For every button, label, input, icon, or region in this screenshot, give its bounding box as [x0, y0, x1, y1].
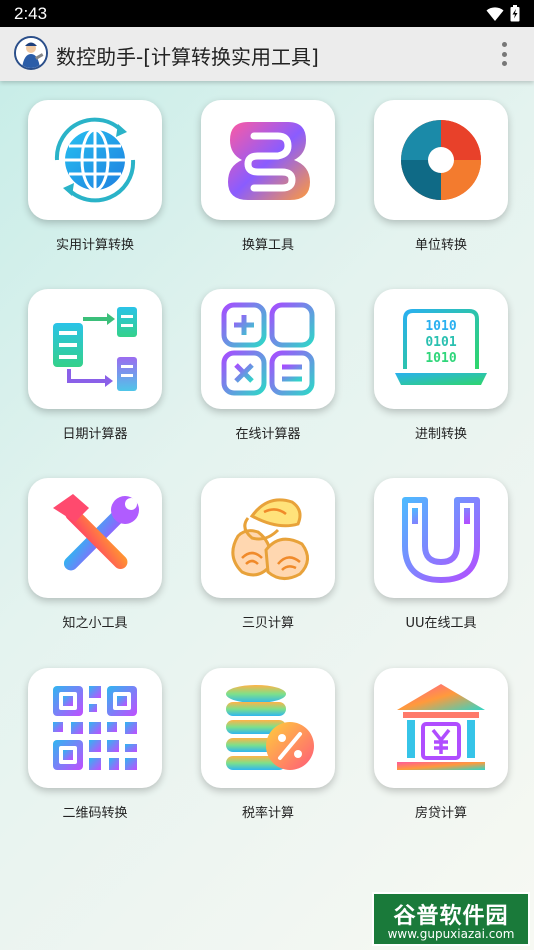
page-title: 数控助手-[计算转换实用工具] — [56, 45, 319, 69]
more-vertical-icon[interactable] — [494, 40, 514, 68]
tool-label: UU在线工具 — [405, 616, 477, 631]
tool-tile-sanbei-calc[interactable]: 三贝计算 — [181, 478, 355, 631]
flow-list-icon — [53, 307, 137, 391]
svg-text:1010: 1010 — [425, 351, 456, 366]
tool-label: 税率计算 — [241, 806, 294, 821]
status-time: 2:43 — [14, 4, 48, 23]
tool-label: 换算工具 — [241, 238, 294, 253]
aperture-icon — [401, 120, 481, 200]
tool-label: 进制转换 — [414, 427, 467, 442]
coins-percent-icon — [226, 685, 314, 770]
tool-card[interactable] — [374, 100, 508, 220]
mechanic-logo-icon — [14, 36, 48, 70]
tool-tile-unit-conversion[interactable]: 单位转换 — [354, 100, 528, 253]
tool-tile-uu-online[interactable]: UU在线工具 — [354, 478, 528, 631]
hammer-wrench-icon — [53, 494, 139, 571]
app-bar: 数控助手-[计算转换实用工具] — [0, 27, 534, 81]
tool-card[interactable] — [201, 668, 335, 788]
tool-label: 实用计算转换 — [55, 238, 134, 253]
tool-card[interactable] — [374, 478, 508, 598]
bank-yuan-icon — [397, 684, 485, 770]
watermark-url: www.gupuxiazai.com — [387, 927, 515, 941]
tool-card[interactable] — [28, 478, 162, 598]
svg-text:1010: 1010 — [425, 319, 456, 334]
tool-tile-mortgage[interactable]: 房贷计算 — [354, 668, 528, 821]
tool-label: 在线计算器 — [235, 427, 301, 442]
watermark-title: 谷普软件园 — [393, 904, 509, 929]
tools-panel: 实用计算转换 换算工具 单位转换 日期计算器 在线计算器 1010 0101 1… — [0, 81, 534, 950]
calculator-keys-icon — [221, 302, 315, 396]
tool-tile-conversion-tools[interactable]: 换算工具 — [181, 100, 355, 253]
tool-card[interactable] — [374, 668, 508, 788]
tool-label: 三贝计算 — [241, 616, 294, 631]
tool-card[interactable] — [201, 478, 335, 598]
tool-tile-qr-conversion[interactable]: 二维码转换 — [8, 668, 182, 821]
tool-tile-base-conversion[interactable]: 1010 0101 1010 进制转换 — [354, 289, 528, 442]
tool-label: 二维码转换 — [62, 806, 128, 821]
tool-card[interactable] — [28, 100, 162, 220]
tool-card[interactable] — [201, 100, 335, 220]
tool-label: 知之小工具 — [62, 616, 128, 631]
tool-label: 单位转换 — [414, 238, 467, 253]
binary-laptop-icon: 1010 0101 1010 — [395, 309, 487, 385]
status-bar: 2:43 — [0, 0, 534, 27]
tool-tile-tax-rate[interactable]: 税率计算 — [181, 668, 355, 821]
battery-charging-icon — [510, 5, 520, 22]
wifi-icon — [486, 6, 504, 21]
tool-card[interactable]: 1010 0101 1010 — [374, 289, 508, 409]
tool-tile-date-calculator[interactable]: 日期计算器 — [8, 289, 182, 442]
tool-tile-online-calculator[interactable]: 在线计算器 — [181, 289, 355, 442]
globe-sync-icon — [54, 117, 136, 203]
double-b-logo-icon — [228, 122, 310, 200]
tool-card[interactable] — [28, 289, 162, 409]
tool-label: 日期计算器 — [62, 427, 128, 442]
tool-card[interactable] — [201, 289, 335, 409]
svg-text:0101: 0101 — [425, 335, 456, 350]
tool-tile-practical-conversion[interactable]: 实用计算转换 — [8, 100, 182, 253]
qr-code-icon — [53, 686, 137, 770]
tool-label: 房贷计算 — [414, 806, 467, 821]
shells-icon — [231, 498, 309, 580]
tool-tile-small-tools[interactable]: 知之小工具 — [8, 478, 182, 631]
watermark-logo: 谷普软件园 www.gupuxiazai.com — [372, 892, 530, 946]
tool-card[interactable] — [28, 668, 162, 788]
magnet-icon — [402, 497, 480, 583]
status-icons — [486, 5, 520, 22]
